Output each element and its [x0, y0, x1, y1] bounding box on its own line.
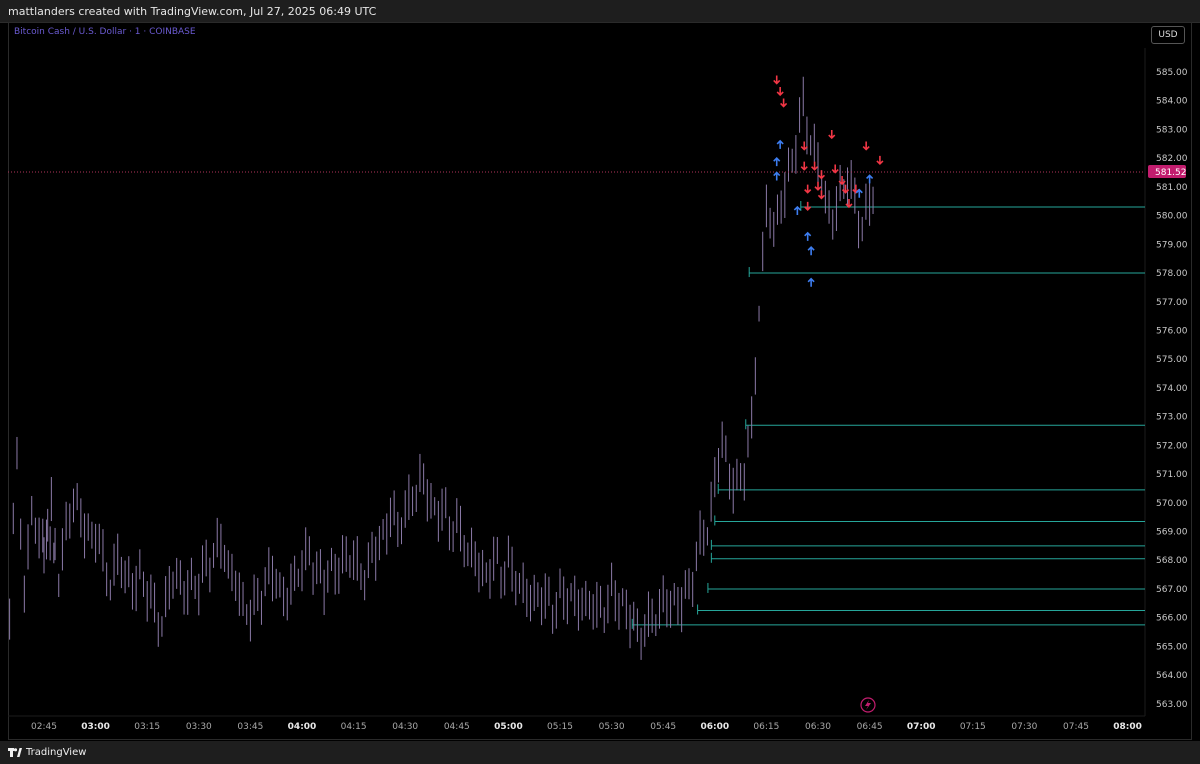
buy-signal-arrow [855, 188, 863, 198]
x-tick-label: 08:00 [1113, 722, 1142, 732]
y-tick-label: 583.00 [1156, 125, 1188, 135]
sell-signal-arrow [800, 161, 808, 171]
y-tick-label: 569.00 [1156, 528, 1188, 538]
buy-signal-arrow [773, 171, 781, 181]
sell-signal-arrow [780, 98, 788, 108]
x-tick-label: 06:30 [805, 722, 831, 732]
sell-signal-arrow [804, 184, 812, 194]
y-tick-label: 566.00 [1156, 614, 1188, 624]
y-tick-label: 574.00 [1156, 384, 1188, 394]
sell-signal-arrow [862, 141, 870, 151]
sell-signal-arrow [810, 161, 819, 171]
y-tick-label: 579.00 [1156, 240, 1188, 250]
x-tick-label: 06:45 [857, 722, 883, 732]
buy-signal-arrow [776, 139, 784, 149]
x-tick-label: 03:30 [186, 722, 212, 732]
y-tick-label: 582.00 [1156, 154, 1188, 164]
buy-signal-arrow [807, 246, 815, 256]
x-tick-label: 07:00 [907, 722, 936, 732]
sell-signal-arrow [828, 130, 836, 140]
x-tick-label: 07:15 [960, 722, 986, 732]
buy-signal-arrow [804, 231, 812, 241]
x-tick-label: 05:15 [547, 722, 573, 732]
y-tick-label: 576.00 [1156, 326, 1188, 336]
bottom-bar [0, 741, 1200, 764]
x-tick-label: 05:00 [494, 722, 523, 732]
x-tick-label: 04:30 [392, 722, 418, 732]
sell-signal-arrow [804, 201, 812, 211]
x-tick-label: 04:00 [288, 722, 317, 732]
sell-signal-arrow [817, 170, 826, 180]
y-tick-label: 570.00 [1156, 499, 1188, 509]
y-tick-label: 563.00 [1156, 700, 1188, 710]
y-tick-label: 575.00 [1156, 355, 1188, 365]
x-tick-label: 05:45 [650, 722, 676, 732]
x-tick-label: 02:45 [31, 722, 57, 732]
y-tick-label: 585.00 [1156, 68, 1188, 78]
tradingview-logo[interactable]: TradingView [8, 747, 86, 758]
y-tick-label: 581.00 [1156, 183, 1188, 193]
y-tick-label: 565.00 [1156, 642, 1188, 652]
sell-signal-arrow [817, 190, 826, 200]
x-tick-label: 03:00 [81, 722, 110, 732]
x-tick-label: 07:45 [1063, 722, 1089, 732]
buy-signal-arrow [793, 205, 801, 215]
buy-signal-arrow [807, 277, 815, 287]
y-tick-label: 568.00 [1156, 556, 1188, 566]
buy-signal-arrow [773, 157, 781, 167]
x-tick-label: 05:30 [599, 722, 625, 732]
price-chart[interactable]: 585.00 584.00 583.00 582.00 581.00 580.00 579.… [0, 0, 1200, 764]
y-tick-label: 584.00 [1156, 97, 1188, 107]
y-tick-label: 580.00 [1156, 212, 1188, 222]
sell-signal-arrow [814, 181, 822, 191]
y-tick-label: 571.00 [1156, 470, 1188, 480]
sell-signal-arrow [831, 164, 839, 174]
x-tick-label: 04:45 [444, 722, 470, 732]
tradingview-logo-icon [8, 748, 22, 757]
y-tick-label: 567.00 [1156, 585, 1188, 595]
x-tick-label: 07:30 [1011, 722, 1037, 732]
lightning-icon [865, 700, 871, 710]
x-tick-label: 04:15 [341, 722, 367, 732]
sell-signal-arrow [776, 86, 784, 97]
x-tick-label: 06:00 [700, 722, 729, 732]
x-tick-label: 06:15 [753, 722, 779, 732]
symbol-title: Bitcoin Cash / U.S. Dollar · 1 · COINBAS… [14, 27, 196, 37]
x-tick-label: 03:45 [237, 722, 263, 732]
sell-signal-arrow [773, 75, 781, 85]
sell-signal-arrow [800, 141, 808, 151]
sell-signal-arrow [876, 155, 884, 166]
sell-signal-arrow [845, 198, 853, 209]
y-tick-label: 573.00 [1156, 413, 1188, 423]
tradingview-logo-text: TradingView [26, 747, 87, 758]
buy-signal-arrow [866, 174, 874, 184]
currency-button[interactable]: USD [1151, 26, 1185, 44]
x-tick-label: 03:15 [134, 722, 160, 732]
y-tick-label: 572.00 [1156, 441, 1188, 451]
y-tick-label: 564.00 [1156, 671, 1188, 681]
y-tick-label: 578.00 [1156, 269, 1188, 279]
last-price-label: 581.52 [1155, 168, 1187, 178]
y-tick-label: 577.00 [1156, 298, 1188, 308]
